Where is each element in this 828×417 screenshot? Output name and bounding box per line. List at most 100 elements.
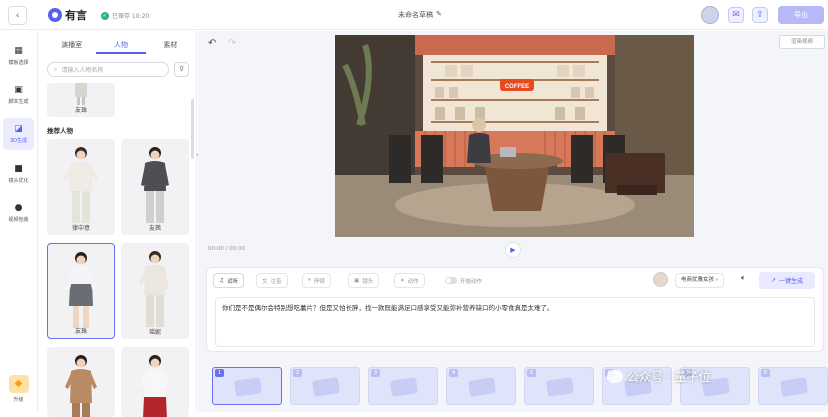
clip-preview-icon <box>390 377 418 397</box>
nav-item-template[interactable]: ▦ 模板选择 <box>3 40 34 72</box>
script-editor: ♫ 试听 文注音 ⏸ 停顿 ▣ 镜头 ✶ 动作 开始动作 电商优雅女孩 › 🔈︎ ↗ 一键… <box>206 267 824 352</box>
timeline-clip[interactable]: 4 <box>446 367 516 405</box>
nav-item-packaging[interactable]: ● 视频包装 <box>3 197 34 229</box>
person-figure <box>139 251 169 327</box>
clip-preview-icon <box>468 377 496 397</box>
start-action-toggle[interactable]: 开始动作 <box>440 273 487 288</box>
timeline-clip[interactable]: 3 <box>368 367 438 405</box>
person-card[interactable]: 友珠 <box>47 83 115 117</box>
clip-number: 5 <box>527 369 536 377</box>
tool-label: 动作 <box>407 278 419 285</box>
person-card[interactable] <box>47 347 115 417</box>
share-icon[interactable]: ⇪ <box>752 7 768 23</box>
nav-label: 3D生成 <box>9 137 28 144</box>
person-name: 瑶妮 <box>148 329 161 336</box>
nav-item-camera[interactable]: ■ 镜头优化 <box>3 158 34 190</box>
timeline-clip[interactable]: 5 <box>524 367 594 405</box>
person-name: 友珠 <box>74 328 87 335</box>
search-input[interactable]: ⌕ 请输入人物名称 <box>47 62 169 77</box>
person-name: 友珠 <box>74 107 87 114</box>
video-time: 00:00 / 00:00 <box>208 246 246 252</box>
panel-tabs: 演播室 人物 素材 <box>47 38 195 54</box>
action-button[interactable]: ✶ 动作 <box>394 273 425 288</box>
voice-selector[interactable]: 电商优雅女孩 › <box>675 273 724 288</box>
tool-label: 开始动作 <box>460 278 483 285</box>
clip-preview-icon <box>546 377 574 397</box>
person-card[interactable]: 瑶妮 <box>121 243 189 339</box>
nav-label: 脚本生成 <box>8 98 29 105</box>
person-figure <box>65 355 97 417</box>
pinyin-button[interactable]: 文注音 <box>256 273 288 288</box>
upgrade-label: 升级 <box>13 397 24 403</box>
document-title-text: 未命名草稿 <box>398 11 433 19</box>
toggle-switch[interactable] <box>445 277 457 284</box>
grid-icon: ▦ <box>14 45 23 56</box>
nav-item-script[interactable]: ▣ 脚本生成 <box>3 79 34 111</box>
user-avatar[interactable] <box>701 6 719 24</box>
person-figure <box>141 147 169 223</box>
clip-number: 8 <box>761 369 770 377</box>
pause-icon: ⏸ <box>308 277 311 283</box>
timeline-strip: 1 2 3 4 5 6 7 8 <box>206 364 828 408</box>
upgrade-button[interactable]: ◆ 升级 <box>5 375 32 407</box>
trend-icon: ↗ <box>770 277 776 284</box>
timeline-clip[interactable]: 1 <box>212 367 282 405</box>
video-preview[interactable]: COFFEE <box>335 35 694 237</box>
wechat-icon <box>607 370 623 383</box>
one-click-generate-button[interactable]: ↗ 一键生成 <box>759 272 815 289</box>
voice-avatar <box>653 272 668 287</box>
undo-icon[interactable]: ↶ <box>208 38 216 49</box>
tab-studio[interactable]: 演播室 <box>47 38 96 54</box>
clip-number: 2 <box>293 369 302 377</box>
pause-button[interactable]: ⏸ 停顿 <box>302 273 331 288</box>
pinyin-icon: 文 <box>262 278 268 285</box>
watermark: 公众号 · 量子位 <box>607 368 710 385</box>
watermark-text: 公众号 · 量子位 <box>627 370 711 384</box>
person-card[interactable]: 律中意 <box>47 139 115 235</box>
chart-icon: ◪ <box>14 123 23 134</box>
person-card-selected[interactable]: 友珠 <box>47 243 115 339</box>
panel-scrollbar[interactable] <box>191 99 194 159</box>
logo: 有言 <box>48 7 87 23</box>
clip-number: 1 <box>215 369 224 377</box>
film-icon: ● <box>14 202 23 213</box>
camera-icon: ▣ <box>354 277 360 284</box>
filter-button[interactable]: ⊽ <box>174 62 189 77</box>
diamond-icon: ◆ <box>8 375 29 393</box>
redo-icon[interactable]: ↷ <box>228 38 236 49</box>
tool-label: 停顿 <box>313 278 325 285</box>
clip-number: 4 <box>449 369 458 377</box>
top-bar: ‹ 有言 ✓ 已保存 10:20 未命名草稿 ✎ ✉ ⇪ 导出 <box>0 0 828 30</box>
person-figure <box>75 83 87 105</box>
edit-pencil-icon[interactable]: ✎ <box>436 10 442 20</box>
person-figure <box>139 355 171 417</box>
preview-audio-button[interactable]: ♫ 试听 <box>213 273 244 288</box>
clip-preview-icon <box>234 377 262 397</box>
nav-item-3d[interactable]: ◪ 3D生成 <box>3 118 34 150</box>
headphones-icon: ♫ <box>219 277 224 284</box>
volume-icon[interactable]: 🔈︎ <box>741 273 746 283</box>
camera-button[interactable]: ▣ 镜头 <box>348 273 380 288</box>
main-area: ↶ ↷ 渲染视频 COFFEE 00:00 / 00:00 ▶ ♫ 试听 文 注… <box>198 31 828 412</box>
tool-label: 注音 <box>270 278 282 285</box>
tab-assets[interactable]: 素材 <box>146 38 195 54</box>
timeline-clip[interactable]: 2 <box>290 367 360 405</box>
tool-label: 试听 <box>226 278 238 285</box>
play-button[interactable]: ▶ <box>505 242 521 258</box>
document-title[interactable]: 未命名草稿 ✎ <box>398 10 442 20</box>
nav-label: 镜头优化 <box>8 177 29 184</box>
character-panel: 演播室 人物 素材 ⌕ 请输入人物名称 ⊽ 友珠 推荐人物 律中意 友茜 友珠 … <box>39 31 197 417</box>
filter-icon: ⊽ <box>178 65 185 73</box>
generate-label: 一键生成 <box>779 278 804 285</box>
person-card[interactable] <box>121 347 189 417</box>
mail-icon[interactable]: ✉ <box>728 7 744 23</box>
script-textarea[interactable]: 你们是不是偶尔会特别想吃薯片？但是又怕长胖，找一款既能满足口感享受又能弥补营养缺… <box>215 297 815 347</box>
export-button[interactable]: 导出 <box>778 6 824 24</box>
tab-people[interactable]: 人物 <box>96 38 146 54</box>
render-video-button[interactable]: 渲染视频 <box>779 35 825 49</box>
back-button[interactable]: ‹ <box>8 6 27 25</box>
timeline-clip[interactable]: 8 <box>758 367 828 405</box>
person-card[interactable]: 友茜 <box>121 139 189 235</box>
search-placeholder: 请输入人物名称 <box>61 67 104 74</box>
search-icon: ⌕ <box>54 65 58 73</box>
